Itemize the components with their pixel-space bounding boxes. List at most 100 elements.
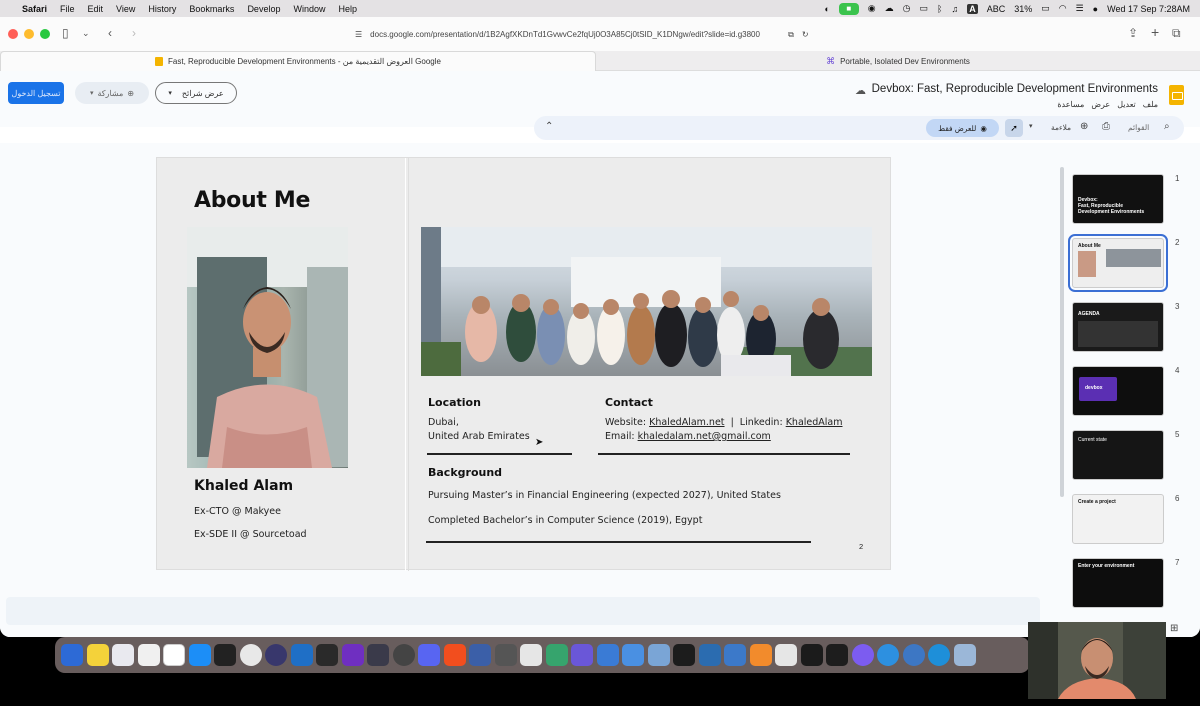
cloud-icon[interactable]: ☁ bbox=[885, 3, 894, 14]
website-link[interactable]: KhaledAlam.net bbox=[649, 417, 724, 428]
thumbnail-5[interactable]: Current state bbox=[1072, 430, 1164, 480]
thumbnail-scrollbar[interactable] bbox=[1060, 167, 1064, 497]
menu-view-ar[interactable]: عرض bbox=[1091, 100, 1110, 109]
music-icon[interactable]: ♫ bbox=[951, 4, 958, 14]
grid-view-icon[interactable]: ⊞ bbox=[1170, 623, 1178, 634]
slideshow-button[interactable]: ▾ عرض شرائح bbox=[155, 82, 237, 104]
launchpad-icon[interactable] bbox=[112, 644, 134, 666]
minimize-window-button[interactable] bbox=[24, 29, 34, 39]
photos-icon[interactable] bbox=[571, 644, 593, 666]
sequel-icon[interactable] bbox=[698, 644, 721, 666]
obs-icon[interactable] bbox=[392, 644, 415, 666]
print-icon[interactable]: ⎙ bbox=[1102, 121, 1110, 132]
quicktime-icon[interactable] bbox=[928, 644, 950, 666]
menu-edit[interactable]: Edit bbox=[88, 4, 104, 14]
battery-icon[interactable]: ▭ bbox=[1041, 3, 1050, 14]
bluetooth-icon[interactable]: ᛒ bbox=[937, 4, 942, 14]
menu-bookmarks[interactable]: Bookmarks bbox=[189, 4, 234, 14]
camera-icon[interactable]: ■ bbox=[838, 2, 859, 15]
tab-devbox[interactable]: ⌘ Portable, Isolated Dev Environments bbox=[596, 51, 1200, 71]
notes-icon[interactable] bbox=[86, 644, 109, 666]
reminders-icon[interactable] bbox=[137, 644, 160, 666]
terminal-icon[interactable] bbox=[214, 644, 236, 666]
screenshot-app-icon[interactable] bbox=[724, 644, 746, 666]
status-icon[interactable]: ◐ bbox=[824, 4, 829, 14]
address-bar[interactable]: ☰ docs.google.com/presentation/d/1B2AgfX… bbox=[355, 25, 835, 44]
automator-icon[interactable] bbox=[775, 644, 797, 666]
menu-window[interactable]: Window bbox=[293, 4, 325, 14]
menu-file-ar[interactable]: ملف bbox=[1143, 100, 1158, 109]
activity-monitor-icon[interactable] bbox=[673, 644, 695, 666]
battery-percent[interactable]: 31% bbox=[1014, 4, 1032, 14]
vpn-icon[interactable] bbox=[596, 644, 619, 666]
zoom-window-button[interactable] bbox=[40, 29, 50, 39]
menu-edit-ar[interactable]: تعديل bbox=[1117, 100, 1136, 109]
sidebar-icon[interactable]: ▯ bbox=[62, 26, 69, 40]
url-text[interactable]: docs.google.com/presentation/d/1B2AgfXKD… bbox=[370, 30, 780, 39]
share-dropdown-icon[interactable]: ▾ bbox=[90, 89, 94, 97]
search-icon[interactable]: ⌕ bbox=[1164, 121, 1170, 132]
thumbnail-7[interactable]: Enter your environment bbox=[1072, 558, 1164, 608]
email-link[interactable]: khaledalam.net@gmail.com bbox=[638, 431, 771, 442]
github-icon[interactable] bbox=[800, 644, 823, 666]
cursor-app-icon[interactable] bbox=[316, 644, 338, 666]
menu-file[interactable]: File bbox=[60, 4, 75, 14]
jetbrains-icon[interactable] bbox=[367, 644, 389, 666]
calculator-icon[interactable] bbox=[494, 644, 517, 666]
menus-search-label[interactable]: القوائم bbox=[1128, 123, 1149, 132]
thumbnail-4[interactable]: devbox bbox=[1072, 366, 1164, 416]
finder-icon[interactable] bbox=[61, 644, 83, 666]
tab-active[interactable]: Fast, Reproducible Development Environme… bbox=[0, 51, 596, 71]
pointer-tool-icon[interactable]: ➚ bbox=[1005, 119, 1023, 137]
vscode-icon[interactable] bbox=[290, 644, 313, 666]
calendar-icon[interactable] bbox=[163, 644, 185, 666]
discord-icon[interactable] bbox=[418, 644, 440, 666]
document-title[interactable]: Devbox: Fast, Reproducible Development E… bbox=[872, 83, 1158, 95]
record-icon[interactable]: ◉ bbox=[868, 3, 876, 14]
extension-icon[interactable]: ⧉ bbox=[788, 30, 794, 40]
browser-icon[interactable] bbox=[265, 644, 287, 666]
slide-canvas[interactable]: About Me Khaled Alam Ex-CTO @ Makyee Ex-… bbox=[156, 157, 891, 571]
tab-overview-icon[interactable]: ⧉ bbox=[1172, 26, 1181, 41]
dropdown-icon[interactable]: ▾ bbox=[1029, 122, 1033, 130]
input-source[interactable]: ABC bbox=[987, 4, 1006, 14]
menu-help[interactable]: Help bbox=[338, 4, 357, 14]
thumbnail-2[interactable]: About Me bbox=[1068, 234, 1168, 292]
clock[interactable]: Wed 17 Sep 7:28AM bbox=[1107, 4, 1190, 14]
back-icon[interactable]: ‹ bbox=[108, 26, 112, 40]
input-source-icon[interactable]: A bbox=[967, 3, 978, 14]
zoom-icon[interactable]: ⊕ bbox=[1080, 121, 1088, 132]
thumbnail-3[interactable]: AGENDA bbox=[1072, 302, 1164, 352]
swift-icon[interactable] bbox=[749, 644, 772, 666]
share-button[interactable]: ▾ مشاركة ⊕ bbox=[75, 82, 149, 104]
collapse-toolbar-icon[interactable]: ⌃ bbox=[545, 121, 553, 132]
share-icon[interactable]: ⇪ bbox=[1128, 26, 1138, 40]
sign-in-button[interactable]: تسجيل الدخول bbox=[8, 82, 64, 104]
mail-icon[interactable] bbox=[622, 644, 644, 666]
thumbnail-6[interactable]: Create a project bbox=[1072, 494, 1164, 544]
menu-develop[interactable]: Develop bbox=[247, 4, 280, 14]
close-window-button[interactable] bbox=[8, 29, 18, 39]
files-icon[interactable] bbox=[953, 644, 976, 666]
timer-icon[interactable]: ◷ bbox=[903, 3, 911, 14]
phpstorm-icon[interactable] bbox=[341, 644, 364, 666]
linkedin-link[interactable]: KhaledAlam bbox=[786, 417, 843, 428]
view-only-button[interactable]: للعرض فقط ◉ bbox=[926, 119, 999, 137]
console-icon[interactable] bbox=[826, 644, 848, 666]
new-tab-icon[interactable]: + bbox=[1151, 24, 1159, 40]
design-app-icon[interactable] bbox=[443, 644, 466, 666]
menu-help-ar[interactable]: مساعدة bbox=[1057, 100, 1084, 109]
slideshow-dropdown-icon[interactable]: ▾ bbox=[168, 89, 172, 97]
control-center-icon[interactable]: ☰ bbox=[1076, 3, 1084, 14]
docker-icon[interactable] bbox=[877, 644, 899, 666]
settings-app-icon[interactable] bbox=[851, 644, 874, 666]
app-store-icon[interactable] bbox=[188, 644, 211, 666]
siri-icon[interactable]: ● bbox=[1093, 4, 1098, 14]
menu-view[interactable]: View bbox=[116, 4, 135, 14]
slack-icon[interactable] bbox=[520, 644, 542, 666]
reload-icon[interactable]: ↻ bbox=[802, 30, 809, 39]
chrome-icon[interactable] bbox=[239, 644, 262, 666]
speaker-notes-bar[interactable] bbox=[6, 597, 1040, 625]
forward-icon[interactable]: › bbox=[132, 26, 136, 40]
app-menu[interactable]: Safari bbox=[22, 4, 47, 14]
